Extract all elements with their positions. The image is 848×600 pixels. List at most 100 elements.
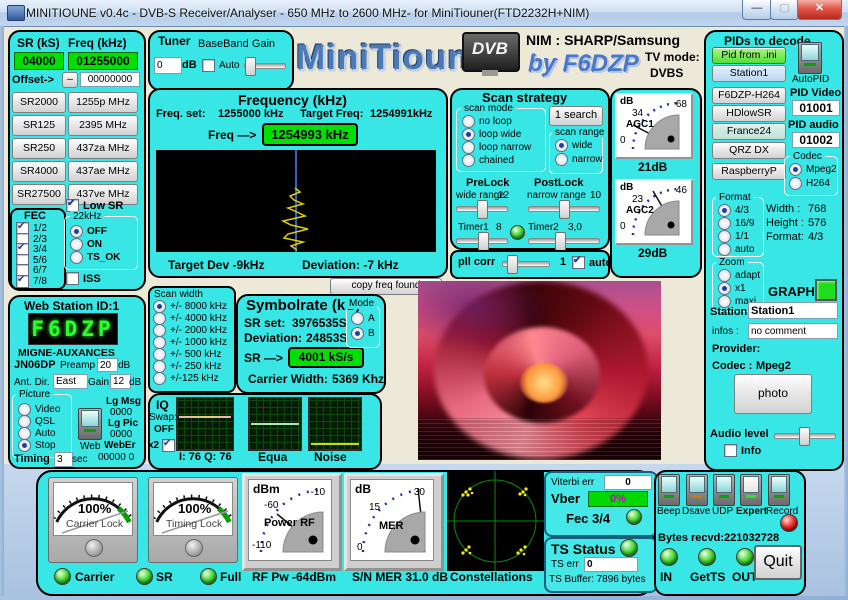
pll-auto-checkbox[interactable] [572, 256, 585, 269]
sr250-button[interactable]: SR250 [12, 138, 66, 159]
france24-button[interactable]: France24 [712, 123, 786, 140]
mode-a[interactable]: A [351, 312, 375, 325]
ts-err-field[interactable]: 0 [584, 557, 638, 572]
station1-button[interactable]: Station1 [712, 65, 786, 82]
sr2000-button[interactable]: SR2000 [12, 92, 66, 113]
sw-125[interactable]: +/-125 kHz [153, 372, 219, 385]
format-1-1-radio[interactable] [718, 230, 731, 243]
sr4000-button[interactable]: SR4000 [12, 161, 66, 182]
codec-h264[interactable]: H264 [789, 177, 830, 190]
zoom-x1[interactable]: x1 [718, 282, 746, 295]
postlock-slider[interactable] [528, 206, 600, 212]
gain-value-field[interactable]: 12 [110, 374, 131, 389]
format-4-3-radio[interactable] [718, 204, 731, 217]
pid-audio-field[interactable]: 01002 [792, 132, 840, 148]
format-16-9[interactable]: 16/9 [718, 217, 754, 230]
one-search-button[interactable]: 1 search [549, 106, 603, 126]
zoom-adapt-radio[interactable] [718, 269, 731, 282]
pll-auto-option[interactable]: auto [572, 256, 612, 269]
narrow-radio[interactable] [555, 153, 568, 166]
sr125-button[interactable]: SR125 [12, 115, 66, 136]
offset-minus-button[interactable]: – [62, 72, 78, 88]
prelock-slider-thumb[interactable] [477, 200, 488, 219]
22khz-tsok-radio[interactable] [70, 251, 83, 264]
f6dzp-h264-button[interactable]: F6DZP-H264 [712, 87, 786, 104]
chained-radio[interactable] [462, 154, 475, 167]
pll-slider[interactable] [502, 261, 550, 267]
offset-field[interactable]: 00000000 [80, 72, 140, 87]
mode-a-radio[interactable] [351, 312, 364, 325]
qrz-dx-button[interactable]: QRZ DX [712, 142, 786, 159]
format-auto-radio[interactable] [718, 243, 731, 256]
mode-b[interactable]: B [351, 327, 375, 340]
freq-preset3-button[interactable]: 437za MHz [68, 138, 138, 159]
wide-radio[interactable] [555, 139, 568, 152]
preamp-field[interactable]: 20 [97, 358, 118, 372]
timer2-slider-thumb[interactable] [555, 232, 566, 251]
record-switch[interactable] [768, 474, 790, 506]
postlock-slider-thumb[interactable] [559, 200, 570, 219]
sr27500-button[interactable]: SR27500 [12, 184, 66, 205]
quit-button[interactable]: Quit [754, 545, 802, 580]
pll-slider-thumb[interactable] [507, 255, 518, 274]
scan-mode-no-loop[interactable]: no loop [462, 115, 512, 128]
gain-auto-checkbox[interactable] [202, 59, 215, 72]
22khz-on-radio[interactable] [70, 238, 83, 251]
no-loop-radio[interactable] [462, 115, 475, 128]
info-checkbox[interactable] [724, 444, 737, 457]
graph-indicator[interactable] [815, 279, 837, 301]
photo-button[interactable]: photo [734, 374, 812, 414]
audio-level-thumb[interactable] [799, 427, 810, 446]
format-16-9-radio[interactable] [718, 217, 731, 230]
scan-range-wide[interactable]: wide [555, 139, 593, 152]
timer1-slider[interactable] [456, 238, 508, 244]
zoom-x1-radio[interactable] [718, 282, 731, 295]
infos-field[interactable]: no comment [748, 323, 838, 339]
expert-switch[interactable] [740, 474, 762, 506]
web-switch[interactable] [78, 408, 102, 440]
ant-dir-field[interactable]: East [53, 374, 88, 389]
audio-level-slider[interactable] [774, 433, 836, 439]
fec-7-8[interactable]: 7/8 [16, 275, 47, 288]
gain-field[interactable]: 0 [154, 57, 182, 74]
title-bar[interactable]: MINITIOUNE v0.4c - DVB-S Receiver/Analys… [0, 0, 848, 27]
loop-narrow-radio[interactable] [462, 141, 475, 154]
pid-from-ini-button[interactable]: Pid from .ini [712, 47, 786, 64]
format-1-1[interactable]: 1/1 [718, 230, 749, 243]
gain-auto-option[interactable]: Auto [202, 59, 240, 72]
22khz-on[interactable]: ON [70, 238, 102, 251]
beep-switch[interactable] [658, 474, 680, 506]
scan-range-narrow[interactable]: narrow [555, 153, 603, 166]
udp-switch[interactable] [713, 474, 735, 506]
format-4-3[interactable]: 4/3 [718, 204, 749, 217]
sw-125-radio[interactable] [153, 372, 166, 385]
hdlowsr-button[interactable]: HDlowSR [712, 105, 786, 122]
close-icon[interactable]: ✕ [797, 0, 842, 20]
scan-mode-loop-wide[interactable]: loop wide [462, 128, 521, 141]
autopid-switch[interactable] [798, 42, 822, 74]
22khz-off-radio[interactable] [70, 225, 83, 238]
viterbi-err-field[interactable]: 0 [604, 475, 652, 490]
fec-7-8-checkbox[interactable] [16, 275, 29, 288]
gain-slider-thumb[interactable] [245, 57, 256, 76]
sr-value-display[interactable]: 04000 [14, 52, 64, 70]
zoom-adapt[interactable]: adapt [718, 269, 760, 282]
station-field[interactable]: Station1 [748, 302, 838, 319]
codec-mpeg2[interactable]: Mpeg2 [789, 163, 837, 176]
22khz-off[interactable]: OFF [70, 225, 107, 238]
loop-wide-radio[interactable] [462, 128, 475, 141]
raspberryp-button[interactable]: RaspberryP [712, 163, 786, 180]
iss-option[interactable]: ISS [66, 272, 101, 285]
timer1-slider-thumb[interactable] [478, 232, 489, 251]
prelock-slider[interactable] [456, 206, 508, 212]
picture-stop[interactable]: Stop [18, 439, 56, 452]
timing-field[interactable]: 3 [54, 452, 73, 467]
gain-slider[interactable] [244, 63, 286, 69]
mode-b-radio[interactable] [351, 327, 364, 340]
iq-x2-checkbox[interactable] [162, 439, 175, 452]
pid-video-field[interactable]: 01001 [792, 100, 840, 116]
22khz-tsok[interactable]: TS_OK [70, 251, 120, 264]
maximize-button[interactable]: ▢ [770, 0, 799, 20]
scan-mode-chained[interactable]: chained [462, 154, 514, 167]
codec-mpeg2-radio[interactable] [789, 163, 802, 176]
